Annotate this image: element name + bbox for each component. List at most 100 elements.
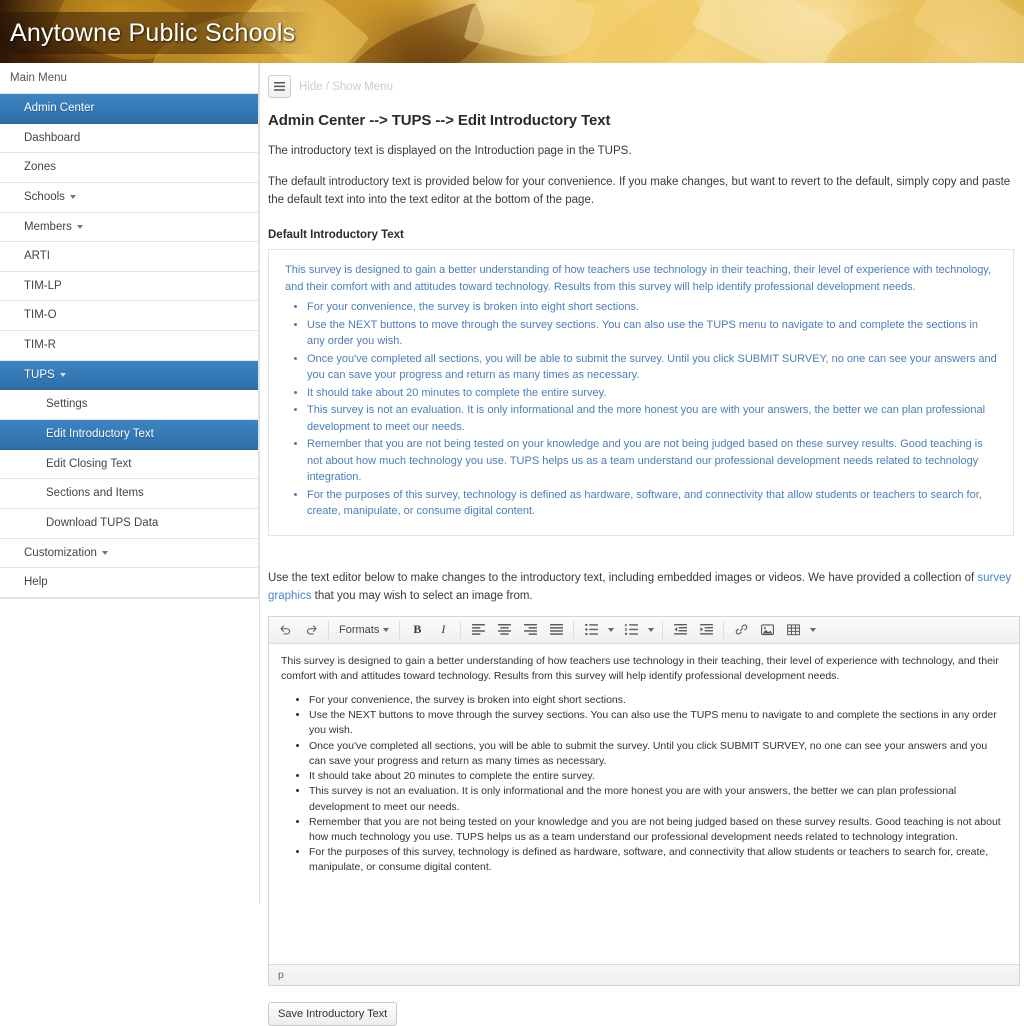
- sidebar-item-schools[interactable]: Schools: [0, 183, 258, 213]
- sidebar-item-customization[interactable]: Customization: [0, 539, 258, 569]
- sidebar-item-settings[interactable]: Settings: [0, 390, 258, 420]
- sidebar-item-arti[interactable]: ARTI: [0, 242, 258, 272]
- list-item: Once you've completed all sections, you …: [309, 739, 1007, 769]
- link-icon[interactable]: [728, 619, 754, 641]
- list-item: Remember that you are not being tested o…: [307, 436, 997, 486]
- sidebar-item-dashboard[interactable]: Dashboard: [0, 124, 258, 154]
- editor-instructions: Use the text editor below to make change…: [268, 570, 1020, 606]
- list-item: It should take about 20 minutes to compl…: [309, 769, 1007, 784]
- site-banner: Anytowne Public Schools: [0, 0, 1024, 63]
- italic-icon[interactable]: I: [430, 619, 456, 641]
- default-introductory-text-box: This survey is designed to gain a better…: [268, 249, 1014, 536]
- outdent-icon[interactable]: [667, 619, 693, 641]
- sidebar-item-download-tups-data[interactable]: Download TUPS Data: [0, 509, 258, 539]
- sidebar-item-label: Sections and Items: [46, 487, 144, 499]
- menu-panel: Main Menu Admin Center Dashboard Zones Scho…: [0, 63, 259, 599]
- chevron-down-icon: [60, 373, 66, 377]
- list-item: This survey is not an evaluation. It is …: [309, 784, 1007, 814]
- align-justify-icon[interactable]: [543, 619, 569, 641]
- toolbar-separator: [573, 621, 574, 639]
- sidebar-item-label: Edit Introductory Text: [46, 428, 154, 440]
- sidebar-item-label: Help: [24, 576, 48, 588]
- list-item: For your convenience, the survey is brok…: [309, 693, 1007, 708]
- sidebar-item-edit-closing-text[interactable]: Edit Closing Text: [0, 450, 258, 480]
- list-item: Use the NEXT buttons to move through the…: [309, 708, 1007, 738]
- sidebar-item-members[interactable]: Members: [0, 213, 258, 243]
- sidebar-item-zones[interactable]: Zones: [0, 153, 258, 183]
- align-center-icon[interactable]: [491, 619, 517, 641]
- sidebar-item-label: Download TUPS Data: [46, 517, 158, 529]
- image-icon[interactable]: [754, 619, 780, 641]
- banner-title-backdrop: Anytowne Public Schools: [0, 12, 317, 54]
- hide-show-menu-label[interactable]: Hide / Show Menu: [299, 81, 393, 93]
- editor-bullet-list: For your convenience, the survey is brok…: [281, 693, 1007, 876]
- formats-label: Formats: [339, 624, 379, 636]
- intro-paragraph-1: The introductory text is displayed on th…: [268, 143, 1020, 161]
- undo-icon[interactable]: [272, 619, 298, 641]
- list-item: Remember that you are not being tested o…: [309, 815, 1007, 845]
- toolbar-separator: [460, 621, 461, 639]
- table-icon[interactable]: [780, 619, 806, 641]
- editor-element-path[interactable]: p: [278, 969, 284, 981]
- rich-text-editor: Formats B I: [268, 616, 1020, 986]
- numbered-list-dropdown-chevron-down-icon[interactable]: [644, 619, 658, 641]
- hamburger-menu-icon[interactable]: [268, 75, 291, 98]
- editor-intro-paragraph: This survey is designed to gain a better…: [281, 654, 1007, 684]
- sidebar-item-tim-o[interactable]: TIM-O: [0, 301, 258, 331]
- save-introductory-text-button[interactable]: Save Introductory Text: [268, 1002, 397, 1026]
- chevron-down-icon: [77, 225, 83, 229]
- editor-instructions-before: Use the text editor below to make change…: [268, 572, 977, 584]
- sidebar-item-edit-introductory-text[interactable]: Edit Introductory Text: [0, 420, 258, 450]
- sidebar-item-tups[interactable]: TUPS: [0, 361, 258, 391]
- align-left-icon[interactable]: [465, 619, 491, 641]
- sidebar-item-label: Members: [24, 221, 72, 233]
- sidebar-item-label: Admin Center: [24, 102, 94, 114]
- page-title: Admin Center --> TUPS --> Edit Introduct…: [268, 112, 1024, 129]
- sidebar-item-sections-and-items[interactable]: Sections and Items: [0, 479, 258, 509]
- main-menu-sidebar: Main Menu Admin Center Dashboard Zones Scho…: [0, 63, 260, 903]
- sidebar-item-label: TIM-O: [24, 309, 57, 321]
- main-content: Hide / Show Menu Admin Center --> TUPS -…: [260, 63, 1024, 1026]
- chevron-down-icon: [383, 628, 389, 632]
- align-right-icon[interactable]: [517, 619, 543, 641]
- redo-icon[interactable]: [298, 619, 324, 641]
- bullet-list-dropdown-chevron-down-icon[interactable]: [604, 619, 618, 641]
- editor-toolbar: Formats B I: [269, 617, 1019, 644]
- editor-content-area[interactable]: This survey is designed to gain a better…: [269, 644, 1019, 964]
- sidebar-item-help[interactable]: Help: [0, 568, 258, 598]
- sidebar-item-tim-lp[interactable]: TIM-LP: [0, 272, 258, 302]
- site-title: Anytowne Public Schools: [10, 19, 295, 48]
- list-item: For the purposes of this survey, technol…: [307, 487, 997, 520]
- toolbar-separator: [662, 621, 663, 639]
- toolbar-separator: [399, 621, 400, 639]
- default-text-intro: This survey is designed to gain a better…: [285, 262, 997, 295]
- bullet-list-icon[interactable]: [578, 619, 604, 641]
- main-menu-list: Admin Center Dashboard Zones Schools Members…: [0, 94, 258, 598]
- table-dropdown-chevron-down-icon[interactable]: [806, 619, 820, 641]
- bold-icon[interactable]: B: [404, 619, 430, 641]
- chevron-down-icon: [70, 195, 76, 199]
- list-item: It should take about 20 minutes to compl…: [307, 385, 997, 402]
- sidebar-item-admin-center[interactable]: Admin Center: [0, 94, 258, 124]
- sidebar-item-tim-r[interactable]: TIM-R: [0, 331, 258, 361]
- sidebar-item-label: Edit Closing Text: [46, 458, 131, 470]
- list-item: Use the NEXT buttons to move through the…: [307, 317, 997, 350]
- indent-icon[interactable]: [693, 619, 719, 641]
- list-item: This survey is not an evaluation. It is …: [307, 402, 997, 435]
- list-item: Once you've completed all sections, you …: [307, 351, 997, 384]
- sidebar-item-label: TIM-LP: [24, 280, 62, 292]
- sidebar-item-label: Customization: [24, 547, 97, 559]
- sidebar-item-label: Zones: [24, 161, 56, 173]
- formats-dropdown[interactable]: Formats: [333, 619, 395, 641]
- menu-toggle-row: Hide / Show Menu: [268, 75, 1024, 98]
- sidebar-item-label: ARTI: [24, 250, 50, 262]
- editor-status-bar: p: [269, 964, 1019, 985]
- intro-paragraph-2: The default introductory text is provide…: [268, 174, 1020, 210]
- sidebar-item-label: Schools: [24, 191, 65, 203]
- default-introductory-text-heading: Default Introductory Text: [268, 229, 1024, 241]
- page-layout: Main Menu Admin Center Dashboard Zones Scho…: [0, 63, 1024, 1026]
- main-menu-heading: Main Menu: [0, 63, 258, 94]
- numbered-list-icon[interactable]: [618, 619, 644, 641]
- sidebar-item-label: TIM-R: [24, 339, 56, 351]
- toolbar-separator: [723, 621, 724, 639]
